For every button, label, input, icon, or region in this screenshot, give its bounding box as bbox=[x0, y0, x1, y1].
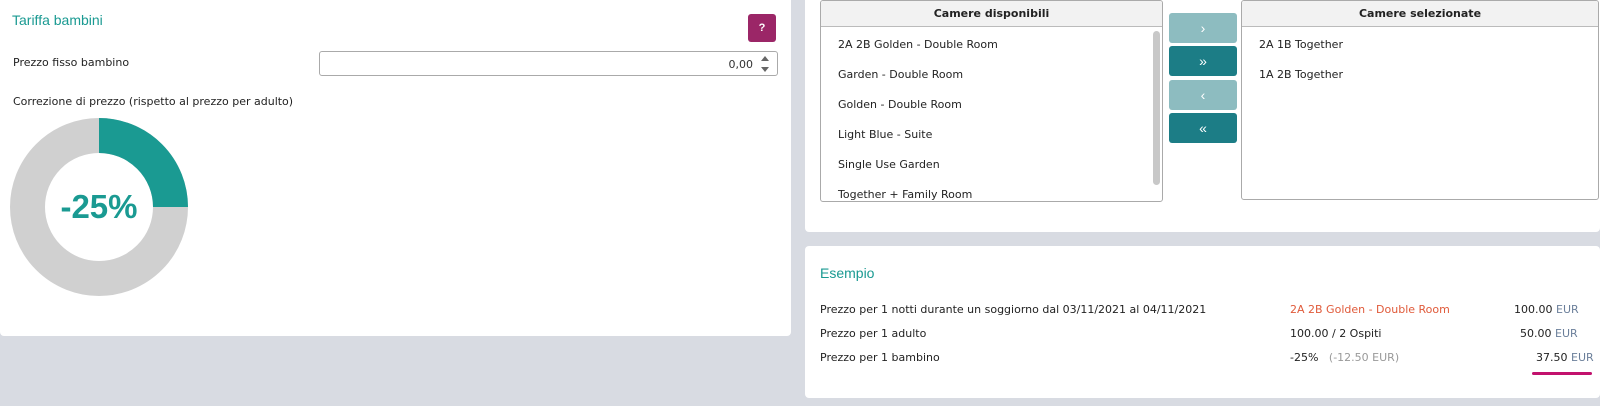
move-all-right-button[interactable]: » bbox=[1169, 46, 1237, 76]
list-item[interactable]: Garden - Double Room bbox=[821, 59, 1162, 89]
currency-label: EUR bbox=[1556, 303, 1579, 316]
example-row-detail: -25% (-12.50 EUR) bbox=[1290, 351, 1399, 364]
child-rate-title: Tariffa bambini bbox=[12, 12, 103, 28]
example-row-label: Prezzo per 1 notti durante un soggiorno … bbox=[820, 303, 1207, 316]
example-row-label: Prezzo per 1 adulto bbox=[820, 327, 927, 340]
percent-value: -25% bbox=[1290, 351, 1319, 364]
amount-value: 100.00 bbox=[1514, 303, 1553, 316]
list-scrollbar[interactable] bbox=[1153, 31, 1160, 185]
spin-down-icon[interactable] bbox=[761, 67, 769, 72]
price-correction-label: Correzione di prezzo (rispetto al prezzo… bbox=[13, 95, 294, 108]
fixed-price-label: Prezzo fisso bambino bbox=[13, 56, 130, 69]
amount-value: 50.00 bbox=[1520, 327, 1552, 340]
list-item[interactable]: Single Use Garden bbox=[821, 149, 1162, 179]
example-row-amount: 50.00 EUR bbox=[1520, 327, 1578, 340]
list-item[interactable]: 2A 2B Golden - Double Room bbox=[821, 29, 1162, 59]
selected-rooms-list[interactable]: Camere selezionate 2A 1B Together 1A 2B T… bbox=[1241, 0, 1599, 200]
amount-value: 37.50 bbox=[1536, 351, 1568, 364]
move-one-right-button[interactable]: › bbox=[1169, 13, 1237, 43]
percent-amount-value: (-12.50 EUR) bbox=[1328, 351, 1400, 364]
total-underline bbox=[1532, 372, 1592, 375]
example-row-amount: 37.50 EUR bbox=[1536, 351, 1594, 364]
move-one-left-button[interactable]: ‹ bbox=[1169, 80, 1237, 110]
example-row-detail: 100.00 / 2 Ospiti bbox=[1290, 327, 1382, 340]
example-panel bbox=[805, 246, 1600, 398]
fixed-price-input[interactable]: 0,00 bbox=[319, 51, 778, 76]
available-rooms-list[interactable]: Camere disponibili 2A 2B Golden - Double… bbox=[820, 0, 1163, 202]
donut-percent-text: -25% bbox=[60, 188, 138, 225]
list-item[interactable]: 2A 1B Together bbox=[1242, 29, 1598, 59]
example-row-amount: 100.00 EUR bbox=[1514, 303, 1579, 316]
number-spinner[interactable] bbox=[761, 55, 771, 73]
list-item[interactable]: 1A 2B Together bbox=[1242, 59, 1598, 89]
list-item[interactable]: Light Blue - Suite bbox=[821, 119, 1162, 149]
selected-rooms-header: Camere selezionate bbox=[1242, 1, 1598, 27]
list-item[interactable]: Together + Family Room bbox=[821, 179, 1162, 201]
fixed-price-value: 0,00 bbox=[728, 58, 754, 71]
example-title: Esempio bbox=[820, 265, 875, 281]
currency-label: EUR bbox=[1555, 327, 1578, 340]
example-row-label: Prezzo per 1 bambino bbox=[820, 351, 940, 364]
example-row-detail: 2A 2B Golden - Double Room bbox=[1290, 303, 1450, 316]
available-rooms-header: Camere disponibili bbox=[821, 1, 1162, 27]
move-all-left-button[interactable]: « bbox=[1169, 113, 1237, 143]
list-item[interactable]: Golden - Double Room bbox=[821, 89, 1162, 119]
currency-label: EUR bbox=[1571, 351, 1594, 364]
spin-up-icon[interactable] bbox=[761, 56, 769, 61]
help-button[interactable]: ? bbox=[748, 14, 776, 42]
